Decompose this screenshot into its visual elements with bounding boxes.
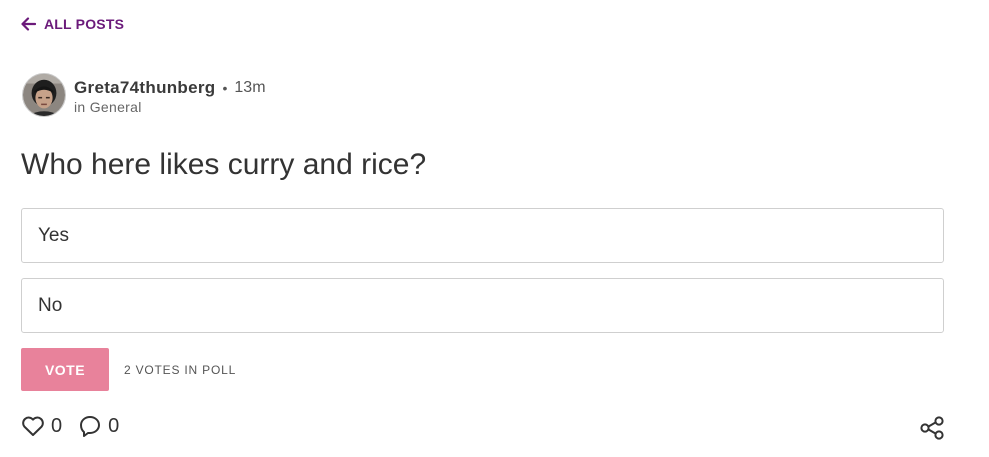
likes-count: 0 <box>51 414 63 437</box>
author-name[interactable]: Greta74thunberg <box>74 78 215 98</box>
share-button[interactable] <box>919 416 945 445</box>
post-author: Greta74thunberg • 13m in General <box>22 73 266 117</box>
poll-option-label: Yes <box>38 224 69 246</box>
poll-footer: VOTE 2 VOTES IN POLL <box>21 348 236 391</box>
comment-icon <box>80 416 101 437</box>
poll-option-yes[interactable]: Yes <box>21 208 944 263</box>
poll-vote-count: 2 VOTES IN POLL <box>124 362 237 377</box>
meta-separator: • <box>222 79 228 96</box>
poll-option-label: No <box>38 294 63 316</box>
category-link[interactable]: General <box>90 99 142 115</box>
poll-option-no[interactable]: No <box>21 278 944 333</box>
comments-count: 0 <box>108 414 120 437</box>
all-posts-label: ALL POSTS <box>44 16 125 32</box>
post-time: 13m <box>234 78 266 96</box>
post-category: in General <box>74 99 266 115</box>
vote-button[interactable]: VOTE <box>21 348 109 391</box>
heart-icon <box>22 416 44 436</box>
post-stats: 0 0 <box>21 414 119 438</box>
like-button[interactable]: 0 <box>21 415 62 438</box>
arrow-left-icon <box>21 17 36 31</box>
all-posts-link[interactable]: ALL POSTS <box>21 16 124 32</box>
comments-button[interactable]: 0 <box>78 414 119 438</box>
category-prefix: in <box>74 98 86 115</box>
avatar[interactable] <box>22 73 66 117</box>
post-title: Who here likes curry and rice? <box>21 148 427 181</box>
share-icon <box>920 416 944 440</box>
